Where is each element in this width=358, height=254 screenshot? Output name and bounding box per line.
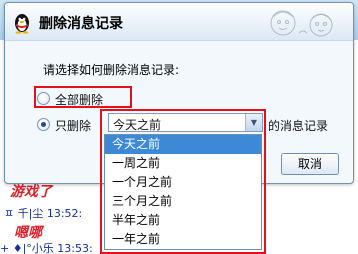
dialog-titlebar: 删除消息记录 xyxy=(5,3,353,41)
decorative-sketch-image xyxy=(270,10,333,37)
cancel-button[interactable]: 取消 xyxy=(281,153,339,175)
qq-penguin-icon xyxy=(15,14,29,34)
highlight-annotation-box xyxy=(100,109,266,254)
delete-partial-suffix-label: 的消息记录 xyxy=(268,119,329,133)
dialog-title: 删除消息记录 xyxy=(39,16,123,32)
chat-message-header: + ♦|°小乐 13:53: xyxy=(0,242,93,254)
dialog-prompt: 请选择如何删除消息记录: xyxy=(43,63,180,77)
chat-message-text: 嗯哪 xyxy=(14,225,42,241)
delete-partial-radio[interactable] xyxy=(37,118,50,131)
chat-message-text: 游戏了 xyxy=(10,184,52,200)
highlight-annotation-box xyxy=(34,86,132,108)
chat-message-header: ㅍ 千|尘 13:52: xyxy=(4,207,83,220)
delete-partial-label[interactable]: 只删除 xyxy=(55,117,91,134)
